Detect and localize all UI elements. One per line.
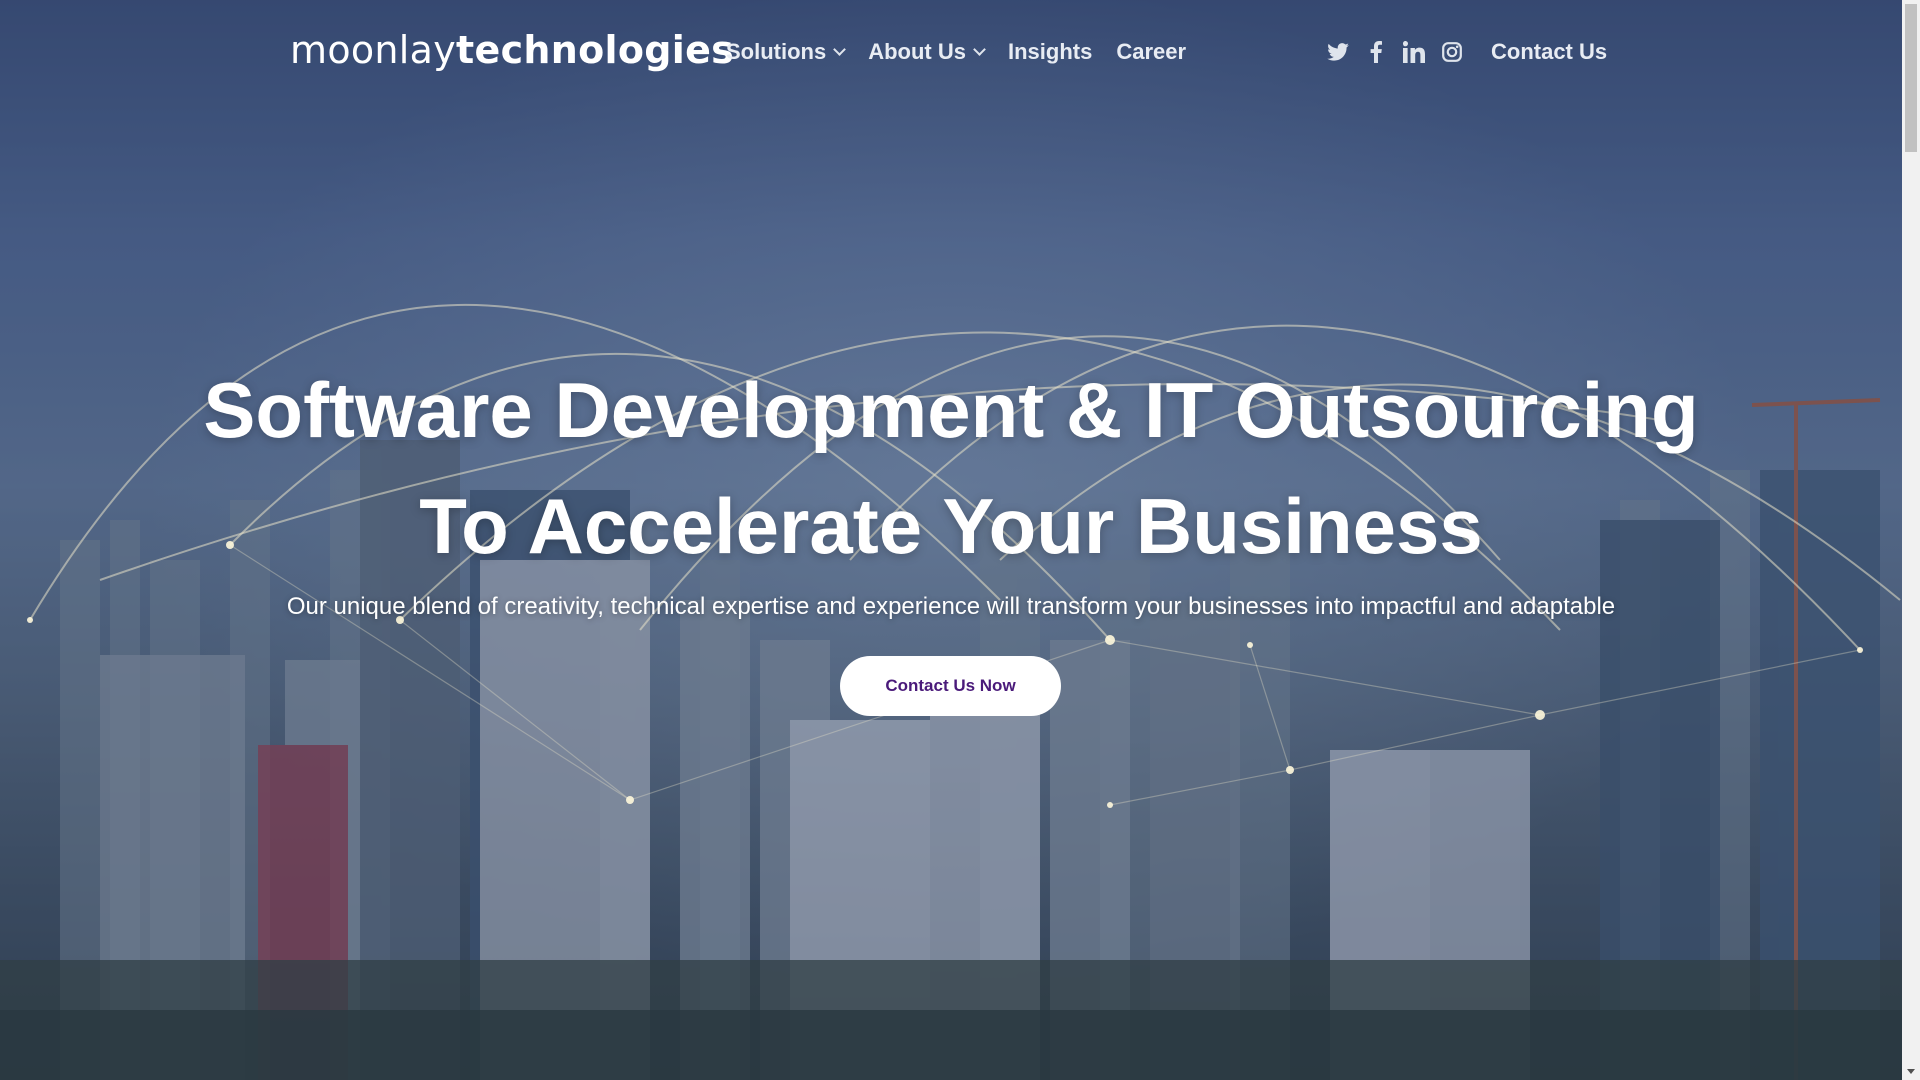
chevron-down-icon [833,43,847,56]
hero-title-line-1: Software Development & IT Outsourcing [203,366,1699,454]
nav-item-label: Insights [1007,39,1093,64]
instagram-icon[interactable] [1440,40,1464,64]
hero-title: Software Development & IT Outsourcing To… [0,352,1902,584]
nav-item-solutions[interactable]: Solutions [726,39,847,65]
nav-item-label: Career [1116,39,1187,64]
social-links [1326,36,1478,68]
chevron-down-icon [973,43,986,56]
linkedin-icon[interactable] [1402,40,1426,64]
nav-item-career[interactable]: Career [1116,39,1186,65]
page-scrollbar[interactable] [1902,0,1920,1080]
nav-item-label: About Us [868,39,966,64]
facebook-icon[interactable] [1364,40,1388,64]
hero-subtitle: Our unique blend of creativity, technica… [286,593,1616,620]
nav-item-insights[interactable]: Insights [1008,39,1092,65]
contact-us-now-button[interactable]: Contact Us Now [840,656,1061,716]
nav-item-label: Solutions [726,39,827,64]
hero-background: moonlaytechnologies Solutions About Us I… [0,0,1902,1080]
twitter-icon[interactable] [1326,40,1350,64]
site-logo[interactable]: moonlaytechnologies [290,26,734,74]
hero-title-line-2: To Accelerate Your Business [419,482,1483,570]
logo-text-bold: technologies [456,28,735,72]
scrollbar-thumb[interactable] [1905,4,1917,152]
site-header: moonlaytechnologies Solutions About Us I… [0,0,1902,104]
logo-text-light: moonlay [290,28,457,72]
nav-contact-us-link[interactable]: Contact Us [1491,36,1607,68]
main-nav: Solutions About Us Insights Career [726,36,1210,68]
scroll-down-arrow-icon[interactable] [1907,1069,1915,1074]
nav-item-about-us[interactable]: About Us [868,39,986,65]
